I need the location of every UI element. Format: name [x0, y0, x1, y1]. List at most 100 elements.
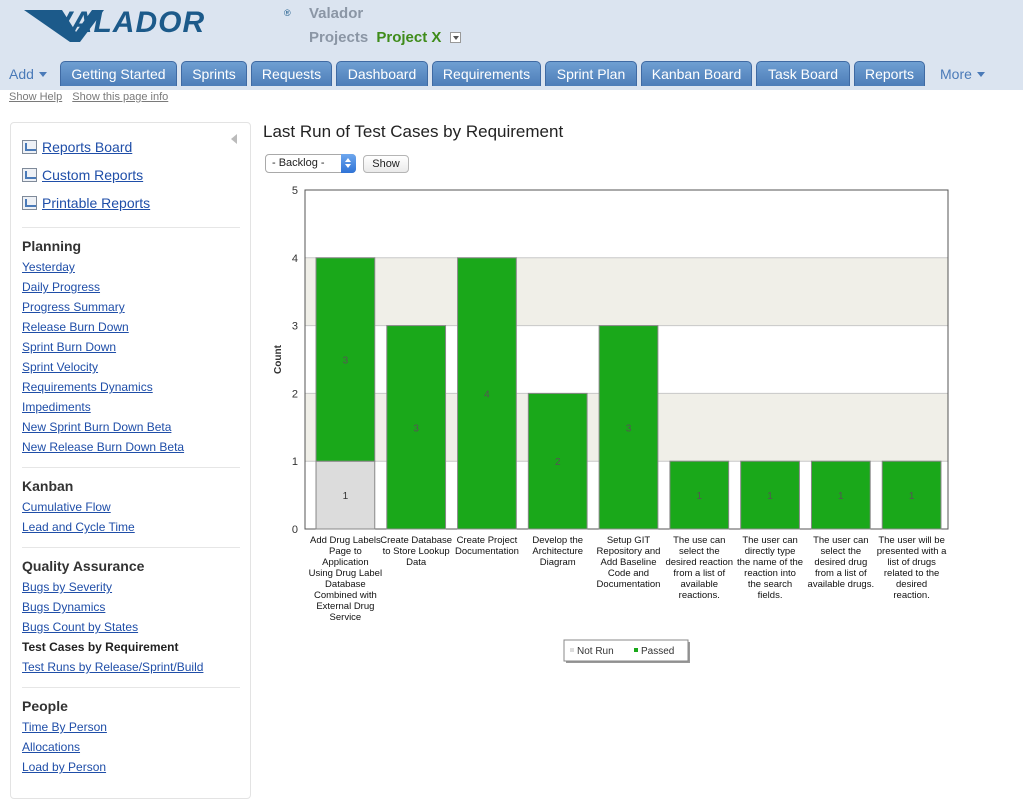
legend-label: Not Run [577, 646, 614, 657]
divider [22, 227, 240, 228]
sidebar-item-bugs-by-severity[interactable]: Bugs by Severity [22, 580, 112, 594]
sidebar-item-load-by-person[interactable]: Load by Person [22, 760, 106, 774]
x-category-label: The user can directly type the name of the… [737, 535, 803, 601]
test-cases-chart: 0 1 2 3 4 5 Count 1 3 Add Drug Labels Page to Appli… [273, 185, 949, 663]
sidebar-item-test-runs[interactable]: Test Runs by Release/Sprint/Build [22, 660, 203, 674]
tab-requirements[interactable]: Requirements [432, 61, 541, 86]
bar-value-label: 1 [343, 491, 349, 502]
bar-value-label: 3 [626, 423, 632, 434]
project-name-link[interactable]: Project X [376, 29, 441, 46]
x-category-label: Create Database to Store Lookup Data [380, 535, 452, 568]
tab-sprints[interactable]: Sprints [181, 61, 247, 86]
sidebar-item-progress-summary[interactable]: Progress Summary [22, 300, 125, 314]
sidebar-item-cumulative-flow[interactable]: Cumulative Flow [22, 500, 111, 514]
section-title-kanban: Kanban [22, 478, 74, 494]
valador-logo[interactable]: VALADOR ® [22, 2, 294, 42]
printable-reports-link[interactable]: Printable Reports [22, 195, 150, 211]
bar-value-label: 4 [484, 389, 490, 400]
bar-value-label: 1 [767, 491, 773, 502]
sidebar-item-time-by-person[interactable]: Time By Person [22, 720, 107, 734]
company-name: Valador [309, 5, 364, 22]
printable-reports-label: Printable Reports [42, 195, 151, 211]
chevron-down-icon [38, 72, 47, 77]
y-axis-label: Count [273, 344, 284, 374]
collapse-icon[interactable] [231, 134, 237, 144]
bar-value-label: 3 [413, 423, 419, 434]
x-category-label: The use can select the desired reaction fro… [665, 535, 733, 601]
sidebar-item-impediments[interactable]: Impediments [22, 400, 91, 414]
projects-label: Projects [309, 29, 369, 46]
reports-board-label: Reports Board [42, 139, 133, 155]
logo-text: VALADOR [52, 6, 205, 39]
sidebar-item-sprint-burn-down[interactable]: Sprint Burn Down [22, 340, 116, 354]
sidebar-item-lead-and-cycle-time[interactable]: Lead and Cycle Time [22, 520, 135, 534]
sidebar-item-requirements-dynamics[interactable]: Requirements Dynamics [22, 380, 153, 394]
project-selector: Projects Project X [309, 29, 461, 46]
x-category-label: The user will be presented with a list of … [877, 535, 947, 601]
tab-reports[interactable]: Reports [854, 61, 925, 86]
y-tick-label: 2 [292, 388, 298, 400]
svg-text:®: ® [284, 8, 291, 18]
tab-dashboard[interactable]: Dashboard [336, 61, 428, 86]
sidebar-item-release-burn-down[interactable]: Release Burn Down [22, 320, 129, 334]
more-menu[interactable]: More [940, 66, 985, 82]
y-tick-label: 1 [292, 456, 298, 468]
more-menu-label: More [940, 66, 972, 82]
divider [22, 467, 240, 468]
y-tick-label: 5 [292, 185, 298, 197]
grid-band [305, 190, 948, 258]
legend-swatch [570, 648, 574, 652]
chevron-down-icon [976, 72, 985, 77]
sidebar-item-daily-progress[interactable]: Daily Progress [22, 280, 100, 294]
reports-sidebar: Reports Board Custom Reports Printable R… [10, 122, 251, 799]
show-page-info-link[interactable]: Show this page info [72, 91, 168, 103]
main-nav: Add Getting Started Sprints Requests Das… [0, 61, 1023, 86]
chart-gear-icon [22, 168, 37, 182]
sidebar-item-new-release-burn-down-beta[interactable]: New Release Burn Down Beta [22, 440, 184, 454]
y-tick-label: 4 [292, 253, 298, 265]
add-menu[interactable]: Add [9, 66, 47, 82]
tab-task-board[interactable]: Task Board [756, 61, 850, 86]
sidebar-item-test-cases-by-requirement[interactable]: Test Cases by Requirement [22, 640, 179, 654]
chart-print-icon [22, 196, 37, 210]
chart-icon [22, 140, 37, 154]
section-title-quality-assurance: Quality Assurance [22, 558, 145, 574]
section-title-planning: Planning [22, 238, 82, 254]
tab-sprint-plan[interactable]: Sprint Plan [545, 61, 637, 86]
x-category-label: Setup GIT Repository and Add Baseline Code … [597, 535, 661, 590]
sidebar-item-bugs-dynamics[interactable]: Bugs Dynamics [22, 600, 105, 614]
custom-reports-label: Custom Reports [42, 167, 144, 183]
page-title: Last Run of Test Cases by Requirement [263, 122, 564, 141]
backlog-select[interactable]: - Backlog - [265, 154, 356, 173]
bar-value-label: 3 [343, 356, 349, 367]
section-title-people: People [22, 698, 68, 714]
sidebar-item-bugs-count-by-states[interactable]: Bugs Count by States [22, 620, 138, 634]
sidebar-item-new-sprint-burn-down-beta[interactable]: New Sprint Burn Down Beta [22, 420, 171, 434]
select-arrows-icon [341, 154, 356, 173]
chevron-down-icon[interactable] [449, 32, 461, 43]
tab-requests[interactable]: Requests [251, 61, 332, 86]
show-button[interactable]: Show [363, 155, 409, 173]
grid-band [305, 257, 948, 326]
custom-reports-link[interactable]: Custom Reports [22, 167, 143, 183]
divider [22, 547, 240, 548]
bar-value-label: 1 [909, 491, 915, 502]
bar-value-label: 1 [838, 491, 844, 502]
bar-value-label: 2 [555, 457, 561, 468]
reports-board-link[interactable]: Reports Board [22, 139, 132, 155]
show-help-link[interactable]: Show Help [9, 91, 62, 103]
bar-value-label: 1 [696, 491, 702, 502]
tab-getting-started[interactable]: Getting Started [60, 61, 177, 86]
sidebar-item-allocations[interactable]: Allocations [22, 740, 80, 754]
legend-label: Passed [641, 646, 674, 657]
legend-swatch [634, 648, 638, 652]
backlog-select-value: - Backlog - [272, 157, 325, 169]
add-menu-label: Add [9, 66, 34, 82]
sidebar-item-sprint-velocity[interactable]: Sprint Velocity [22, 360, 98, 374]
x-category-label: Develop the Architecture Diagram [532, 535, 583, 568]
tab-kanban-board[interactable]: Kanban Board [641, 61, 752, 86]
y-tick-label: 0 [292, 524, 298, 536]
app-header: VALADOR ® Valador Projects Project X Add… [0, 0, 1023, 90]
divider [22, 687, 240, 688]
sidebar-item-yesterday[interactable]: Yesterday [22, 260, 75, 274]
